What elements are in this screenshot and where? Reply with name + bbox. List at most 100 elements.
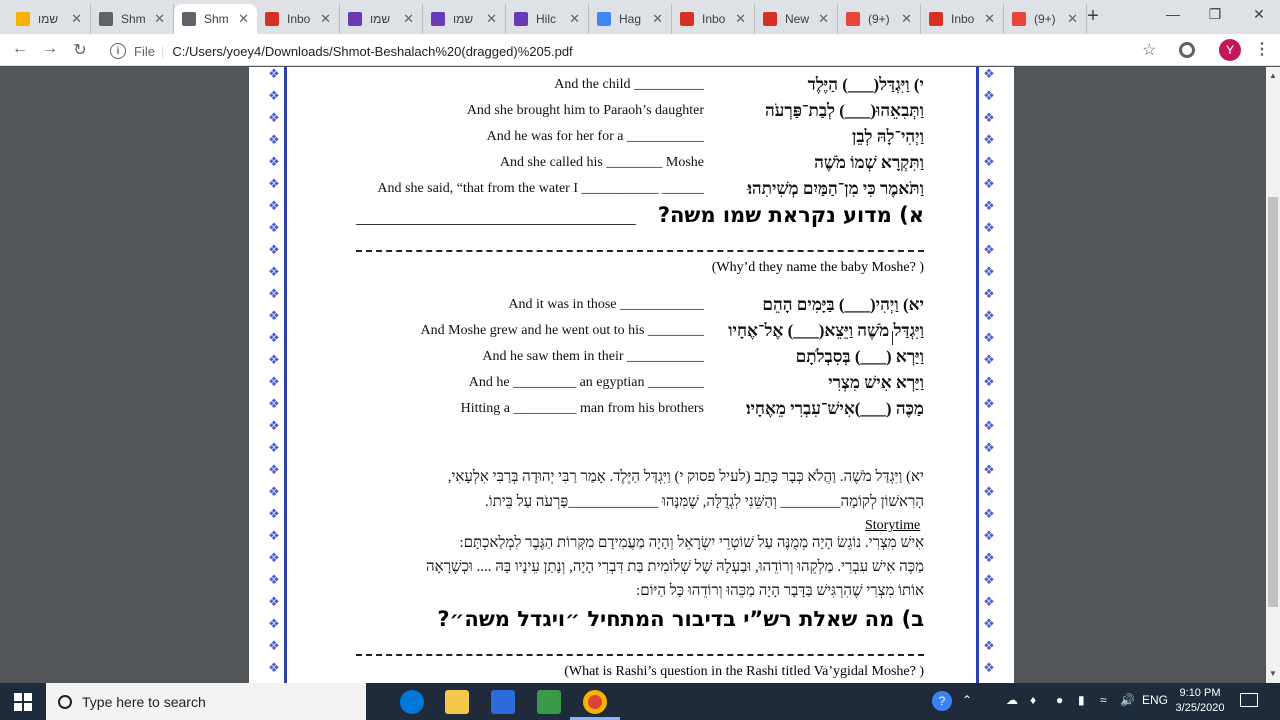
browser-tab[interactable]: Hag ✕ <box>589 4 672 34</box>
border-ornament-icon: ❖ <box>983 594 995 609</box>
tab-close-icon[interactable]: ✕ <box>652 11 663 27</box>
border-ornament-icon: ❖ <box>268 638 280 653</box>
scrollbar-thumb[interactable] <box>1268 197 1278 607</box>
answer-line <box>356 250 924 252</box>
border-ornament-icon: ❖ <box>268 484 280 499</box>
bookmark-star-icon[interactable]: ☆ <box>1142 40 1156 60</box>
browser-tab[interactable]: שמו ✕ <box>423 4 506 34</box>
file-explorer-icon[interactable] <box>445 690 469 714</box>
tab-close-icon[interactable]: ✕ <box>818 11 829 27</box>
app-icon[interactable] <box>537 690 561 714</box>
info-icon[interactable]: i <box>110 43 126 59</box>
tab-close-icon[interactable]: ✕ <box>569 11 580 27</box>
chevron-up-icon[interactable]: ⌃ <box>962 693 972 707</box>
border-ornament-icon: ❖ <box>268 660 280 675</box>
clock[interactable]: 9:10 PM 3/25/2020 <box>1170 686 1230 716</box>
tab-close-icon[interactable]: ✕ <box>403 11 414 27</box>
volume-icon[interactable]: 🔊 <box>1120 693 1135 707</box>
forward-button[interactable]: → <box>40 40 60 58</box>
chrome-icon[interactable] <box>583 690 607 714</box>
vertical-scrollbar[interactable]: ▲ ▼ <box>1266 67 1280 683</box>
tab-title: Shm <box>204 12 229 26</box>
help-icon[interactable]: ? <box>932 691 952 711</box>
maximize-button[interactable]: ❐ <box>1192 6 1238 23</box>
browser-tab[interactable]: Inbo ✕ <box>257 4 340 34</box>
new-tab-button[interactable]: + <box>1083 6 1103 26</box>
verse-english: And he _________ an egyptian ________ <box>468 375 704 390</box>
profile-avatar[interactable]: Y <box>1219 39 1241 61</box>
verse-hebrew: וַיִּגְדַּל מֹשֶׁה וַיֵּצֵא(___) אֶל־אֶח… <box>728 321 924 340</box>
tab-close-icon[interactable]: ✕ <box>320 11 331 27</box>
tab-close-icon[interactable]: ✕ <box>238 11 249 27</box>
verse-line: And she called his ________ Moshe וַתִּקְ… <box>249 153 1014 177</box>
scroll-up-icon[interactable]: ▲ <box>1269 71 1277 80</box>
tab-title: Shm <box>121 12 146 26</box>
notifications-icon[interactable] <box>1240 693 1258 707</box>
browser-tab[interactable]: Hilc ✕ <box>506 4 589 34</box>
border-ornament-icon: ❖ <box>983 638 995 653</box>
dropbox-icon[interactable]: ♦ <box>1030 693 1036 707</box>
tab-close-icon[interactable]: ✕ <box>735 11 746 27</box>
question-1-answer-blank[interactable]: ___________________________________ <box>356 210 636 228</box>
browser-tab[interactable]: Shm ✕ <box>91 4 174 34</box>
windows-taskbar: Type here to search ? ⌃ ☁ ♦ ● ▮ ≈ 🔊 ENG … <box>0 683 1280 720</box>
question-1-english: (Why’d they name the baby Moshe? ) <box>711 260 924 275</box>
back-button[interactable]: ← <box>10 40 30 58</box>
wifi-icon[interactable]: ≈ <box>1100 693 1107 707</box>
store-icon[interactable] <box>491 690 515 714</box>
browser-tab[interactable]: Shm ✕ <box>174 4 257 34</box>
verse-hebrew: י) וַיִּגְדַּל(___) הַיֶּלֶד <box>807 75 924 94</box>
edge-icon[interactable] <box>400 690 424 714</box>
browser-tab[interactable]: New ✕ <box>755 4 838 34</box>
windows-start-icon[interactable] <box>14 693 32 711</box>
clock-time: 9:10 PM <box>1179 687 1221 699</box>
verse-english: And she called his ________ Moshe <box>499 155 704 170</box>
language-indicator[interactable]: ENG <box>1142 693 1168 707</box>
verse-hebrew: וַתֹּאמֶר כִּי מִן־הַמַּיִם מְשִׁיתִהוּ׃ <box>747 179 924 198</box>
verse-english: And she brought him to Paraoh’s daughter <box>466 103 704 118</box>
border-ornament-icon: ❖ <box>983 242 995 257</box>
pinwheel-icon <box>846 12 860 26</box>
address-bar[interactable]: i File | C:/Users/yoey4/Downloads/Shmot-… <box>100 38 1175 64</box>
browser-tab[interactable]: שמו ✕ <box>8 4 91 34</box>
minimize-button[interactable]: — <box>1150 6 1196 22</box>
browser-tab[interactable]: שמו ✕ <box>340 4 423 34</box>
tab-close-icon[interactable]: ✕ <box>984 11 995 27</box>
tab-title: שמו <box>453 12 474 26</box>
border-ornament-icon: ❖ <box>268 550 280 565</box>
tab-close-icon[interactable]: ✕ <box>154 11 165 27</box>
reload-button[interactable]: ↻ <box>70 40 90 60</box>
scroll-down-icon[interactable]: ▼ <box>1269 669 1277 678</box>
border-ornament-icon: ❖ <box>983 484 995 499</box>
tab-close-icon[interactable]: ✕ <box>486 11 497 27</box>
border-ornament-icon: ❖ <box>983 264 995 279</box>
tab-close-icon[interactable]: ✕ <box>71 11 82 27</box>
cloud-icon[interactable]: ☁ <box>1006 693 1018 707</box>
url-separator: | <box>160 43 165 59</box>
slides-icon <box>16 12 30 26</box>
browser-tab[interactable]: (9+) ✕ <box>838 4 921 34</box>
browser-tab[interactable]: (9+) ✕ <box>1004 4 1087 34</box>
pdf-viewer: ❖ ❖ ❖ ❖ ❖ ❖ ❖ ❖ ❖ ❖ ❖ ❖ ❖ ❖ ❖ ❖ ❖ ❖ ❖ ❖ ❖ ❖ ❖ ❖ ❖ ❖ ❖ ❖ ❖ ❖ ❖ ❖ ❖ ❖ ❖ ❖ ❖ ❖ ❖… <box>0 67 1266 683</box>
microphone-icon[interactable]: ● <box>1056 693 1063 707</box>
battery-icon[interactable]: ▮ <box>1078 693 1085 707</box>
browser-tab[interactable]: Inbo ✕ <box>921 4 1004 34</box>
extension-icon[interactable] <box>1179 42 1195 58</box>
text-cursor-icon <box>892 331 894 345</box>
browser-tab[interactable]: Inbo ✕ <box>672 4 755 34</box>
border-ornament-icon: ❖ <box>268 440 280 455</box>
tab-title: Hag <box>619 12 642 26</box>
search-icon <box>58 694 72 709</box>
close-window-button[interactable]: ✕ <box>1236 6 1280 23</box>
storytime-label: Storytime <box>865 518 921 533</box>
globe-icon <box>99 12 113 26</box>
border-ornament-icon: ❖ <box>268 594 280 609</box>
menu-icon[interactable]: ⋮ <box>1254 39 1270 59</box>
tab-close-icon[interactable]: ✕ <box>901 11 912 27</box>
gmail-icon <box>265 12 279 26</box>
tab-close-icon[interactable]: ✕ <box>1067 11 1078 27</box>
border-ornament-icon: ❖ <box>268 528 280 543</box>
gmail-icon <box>929 12 943 26</box>
verse-line: And he saw them in their ___________ וַיַ… <box>249 347 1014 371</box>
taskbar-search[interactable]: Type here to search <box>46 683 366 720</box>
